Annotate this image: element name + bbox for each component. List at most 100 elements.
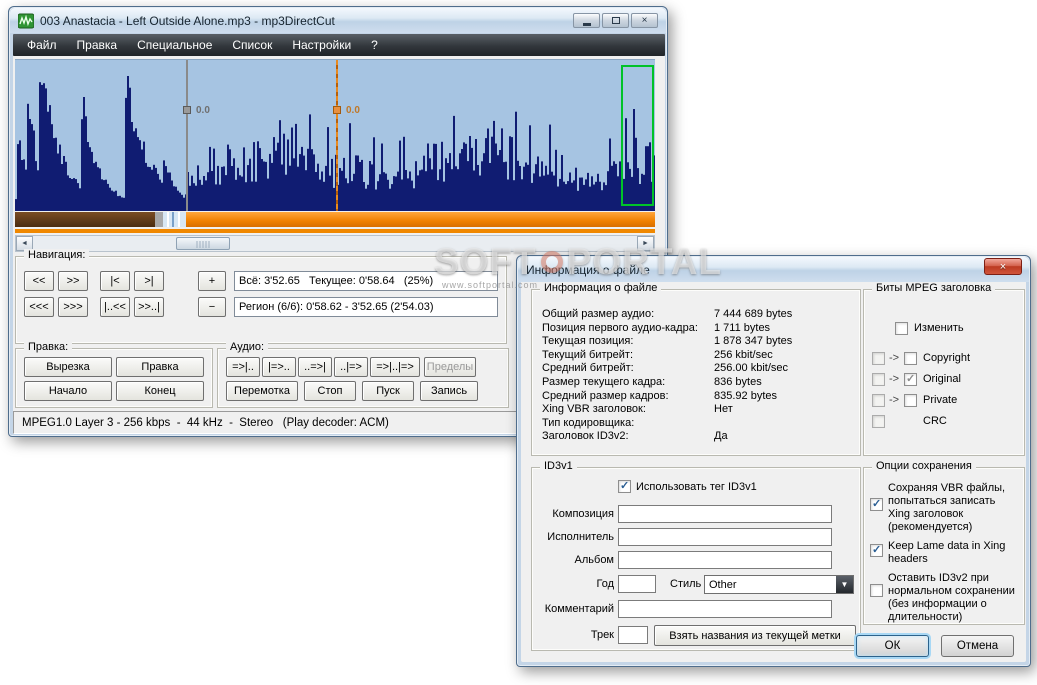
main-titlebar[interactable]: 003 Anastacia - Left Outside Alone.mp3 -… <box>10 8 666 33</box>
end-button[interactable]: Конец <box>116 381 204 401</box>
info-value: 256 kbit/sec <box>714 348 773 361</box>
use-id3v1-label: Использовать тег ID3v1 <box>636 481 757 493</box>
dialog-titlebar[interactable]: Информация о файле <box>518 257 1029 282</box>
position-marker-handle[interactable] <box>333 106 341 114</box>
combo-dropdown-button[interactable]: ▼ <box>836 576 853 593</box>
album-input[interactable] <box>618 551 832 569</box>
step-forward-button[interactable]: >> <box>58 271 88 291</box>
scroll-right-button[interactable]: ► <box>637 236 654 251</box>
arrow-label: -> <box>889 394 900 406</box>
year-input[interactable] <box>618 575 656 593</box>
fast-back-button[interactable]: <<< <box>24 297 54 317</box>
fast-forward-button[interactable]: >>> <box>58 297 88 317</box>
menu-settings[interactable]: Настройки <box>282 35 361 55</box>
file-information-group: Информация о файле Общий размер аудио: 7 … <box>531 282 861 456</box>
navigation-group: Навигация: << >> |< >| + Всё: 3'52.65 Те… <box>15 249 507 344</box>
use-id3v1-checkbox[interactable] <box>618 479 631 493</box>
jump-end-button[interactable]: >| <box>134 271 164 291</box>
comment-input[interactable] <box>618 600 832 618</box>
info-row: Размер текущего кадра: 836 bytes <box>542 376 854 390</box>
copyright-source-checkbox[interactable] <box>872 352 885 365</box>
genre-value: Other <box>709 579 737 591</box>
close-button[interactable]: × <box>631 13 658 28</box>
jump-start-button[interactable]: |< <box>100 271 130 291</box>
cut-marker-line[interactable] <box>186 60 188 211</box>
menu-bar: Файл Правка Специальное Список Настройки… <box>13 34 665 56</box>
menu-help[interactable]: ? <box>361 35 388 55</box>
step-back-button[interactable]: << <box>24 271 54 291</box>
play-after-in-button[interactable]: |=>.. <box>262 357 296 377</box>
info-label: Средний размер кадров: <box>542 389 669 402</box>
vbr-xing-checkbox[interactable] <box>870 497 883 511</box>
ok-button[interactable]: ОК <box>856 635 929 657</box>
title-input[interactable] <box>618 505 832 523</box>
stop-button[interactable]: Стоп <box>304 381 356 401</box>
private-checkbox[interactable] <box>904 394 917 407</box>
zoom-out-button[interactable]: − <box>198 297 226 317</box>
play-button[interactable]: Пуск <box>362 381 414 401</box>
edit-tick <box>167 212 169 227</box>
track-position-bar[interactable] <box>15 212 655 227</box>
region-start-button[interactable]: |..<< <box>100 297 130 317</box>
original-checkbox[interactable] <box>904 372 917 386</box>
save-options-group: Опции сохранения Сохраняя VBR файлы, поп… <box>863 460 1025 625</box>
take-names-button[interactable]: Взять названия из текущей метки <box>654 625 856 646</box>
menu-list[interactable]: Список <box>222 35 282 55</box>
play-after-out-button[interactable]: ..|=> <box>334 357 368 377</box>
cut-button[interactable]: Вырезка <box>24 357 112 377</box>
cut-marker-handle[interactable] <box>183 106 191 114</box>
play-over-cut-button[interactable]: =>|..|=> <box>370 357 420 377</box>
id3v1-group-label: ID3v1 <box>540 460 577 472</box>
file-information-group-label: Информация о файле <box>540 282 662 294</box>
genre-combobox[interactable]: Other ▼ <box>704 575 854 594</box>
artist-input[interactable] <box>618 528 832 546</box>
file-information-rows: Общий размер аудио: 7 444 689 bytes Позиц… <box>542 308 854 444</box>
info-row: Xing VBR заголовок: Нет <box>542 403 854 417</box>
position-marker-line[interactable] <box>336 60 338 211</box>
minimize-button[interactable] <box>573 13 600 28</box>
info-label: Текущая позиция: <box>542 335 634 348</box>
info-value: 835.92 bytes <box>714 389 777 402</box>
play-before-in-button[interactable]: =>|.. <box>226 357 260 377</box>
app-icon[interactable] <box>18 13 34 29</box>
id3v1-group: ID3v1 Использовать тег ID3v1 Композиция … <box>531 460 861 651</box>
zoom-in-button[interactable]: + <box>198 271 226 291</box>
arrow-label: -> <box>889 352 900 364</box>
menu-edit[interactable]: Правка <box>67 35 128 55</box>
copyright-checkbox[interactable] <box>904 352 917 365</box>
record-button[interactable]: Запись <box>420 381 478 401</box>
edit-marks-segment <box>163 212 186 227</box>
change-checkbox[interactable] <box>895 322 908 335</box>
copyright-label: Copyright <box>923 352 971 364</box>
copyright-bit-row: -> Copyright <box>872 352 1020 366</box>
crc-checkbox[interactable] <box>872 415 885 428</box>
waveform-display[interactable]: 0.0 0.0 <box>15 59 655 211</box>
private-source-checkbox[interactable] <box>872 394 885 407</box>
info-value: 836 bytes <box>714 375 762 388</box>
menu-special[interactable]: Специальное <box>127 35 222 55</box>
maximize-button[interactable] <box>602 13 629 28</box>
gap-segment <box>155 212 163 227</box>
keep-lame-checkbox[interactable] <box>870 543 883 557</box>
keep-id3v2-checkbox[interactable] <box>870 584 883 597</box>
menu-file[interactable]: Файл <box>17 35 67 55</box>
seek-button[interactable]: Перемотка <box>226 381 298 401</box>
window-controls: × <box>573 13 658 28</box>
cancel-button[interactable]: Отмена <box>941 635 1014 657</box>
region-end-button[interactable]: >>..| <box>134 297 164 317</box>
chevron-down-icon: ▼ <box>840 580 849 589</box>
info-row: Текущая позиция: 1 878 347 bytes <box>542 335 854 349</box>
waveform-scrollbar[interactable]: ◄ ► <box>15 235 655 252</box>
scrollbar-thumb[interactable] <box>176 237 230 250</box>
dialog-close-button[interactable]: × <box>984 258 1022 275</box>
maximize-icon <box>611 17 620 24</box>
vbr-xing-label: Сохраняя VBR файлы, попытаться записать … <box>888 482 1006 533</box>
original-source-checkbox[interactable] <box>872 373 885 386</box>
close-icon: × <box>641 14 648 26</box>
edit-button[interactable]: Правка <box>116 357 204 377</box>
track-input[interactable] <box>618 626 648 644</box>
played-segment <box>15 212 155 227</box>
selection-rectangle[interactable] <box>621 65 654 206</box>
play-before-out-button[interactable]: ..=>| <box>298 357 332 377</box>
begin-button[interactable]: Начало <box>24 381 112 401</box>
